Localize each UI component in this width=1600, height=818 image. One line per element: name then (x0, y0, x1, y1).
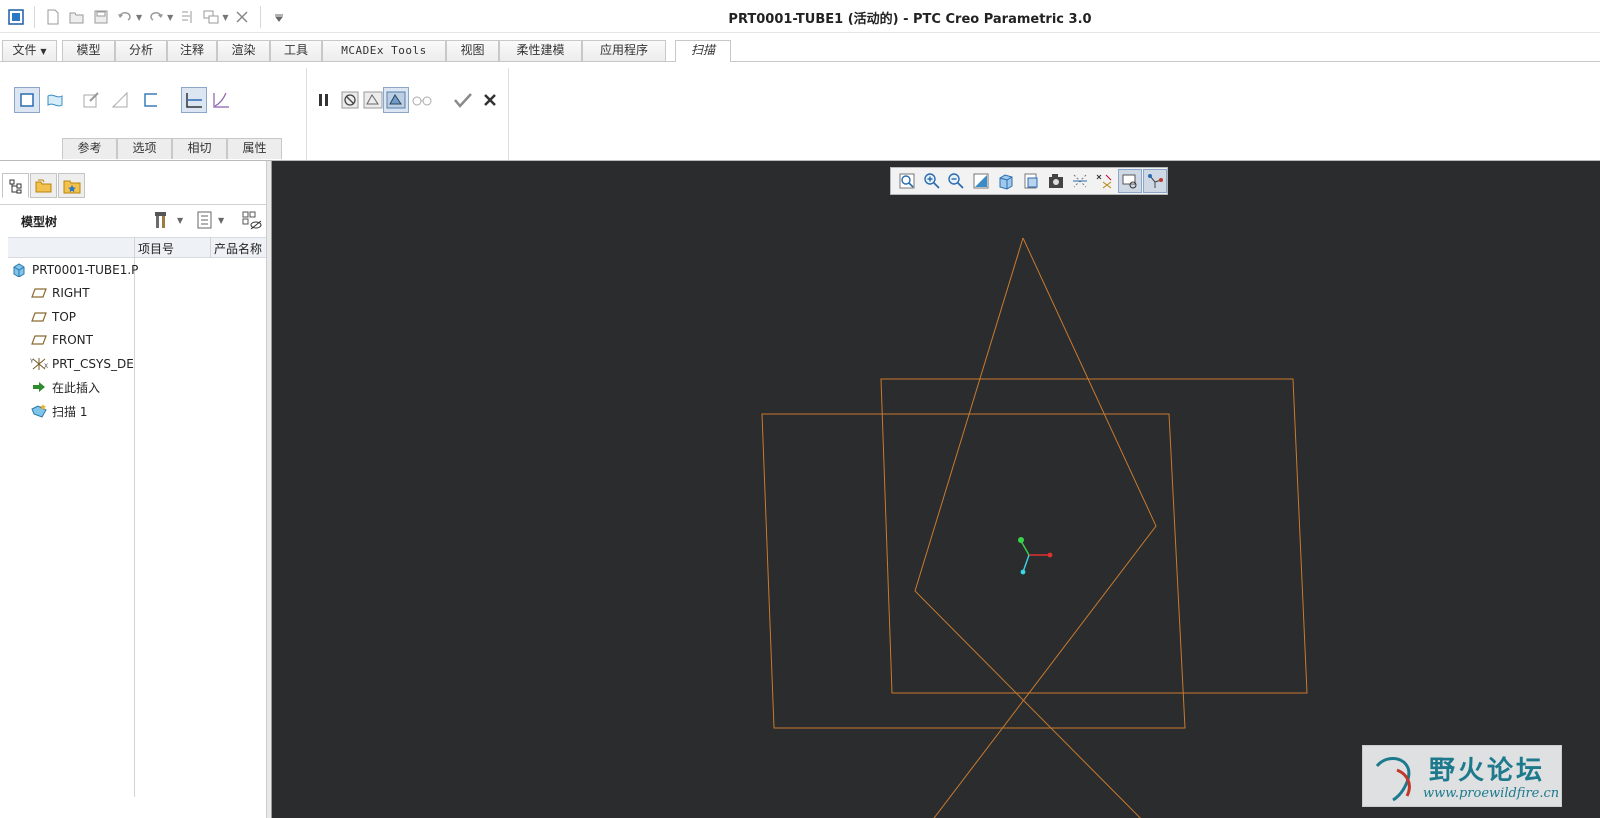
cancel-close-icon[interactable] (477, 87, 503, 113)
csys-triad (1018, 537, 1053, 575)
tree-item-csys[interactable]: YX PRT_CSYS_DEF (30, 353, 134, 375)
part-icon (10, 262, 28, 278)
feature-preview-icon[interactable] (383, 87, 409, 113)
tree-item-front[interactable]: FRONT (30, 329, 93, 351)
tree-settings-button[interactable]: ▼ (153, 209, 183, 231)
sketch-trajectory-hexagon (914, 237, 1141, 818)
tree-item-sweep[interactable]: 扫描 1 (30, 400, 87, 422)
separator (508, 68, 509, 160)
subtab-references[interactable]: 参考 (62, 138, 117, 159)
tab-annotate[interactable]: 注释 (167, 40, 217, 61)
tools-icon (155, 212, 166, 228)
model-tree-title: 模型树 (21, 215, 58, 229)
sweep-subtabs: 参考 选项 相切 属性 (62, 138, 282, 159)
tree-columns-button[interactable]: ▼ (196, 209, 224, 231)
remove-material-icon[interactable] (107, 87, 133, 113)
watermark-url: www.proewildfire.cn (1423, 786, 1560, 801)
favorites-tab-icon[interactable] (58, 173, 85, 198)
column-product-name[interactable]: 产品名称 (214, 240, 262, 257)
model-tree-column-header: 项目号 产品名称 (8, 237, 266, 258)
csys-icon: YX (30, 356, 48, 372)
graphics-window[interactable]: 野火论坛 www.proewildfire.cn (272, 161, 1600, 818)
sketch-parallelogram-upper (880, 378, 1308, 694)
pause-icon[interactable] (311, 87, 337, 113)
tree-item-label: TOP (52, 310, 77, 324)
watermark: 野火论坛 www.proewildfire.cn (1362, 745, 1562, 807)
tree-item-insert-here[interactable]: 在此插入 (30, 376, 100, 398)
chevron-down-icon: ▼ (40, 47, 47, 56)
solid-sweep-icon[interactable] (14, 87, 40, 113)
ribbon-tab-bar: 文件 ▼ 模型 分析 注释 渲染 工具 MCADEx Tools 视图 柔性建模… (0, 40, 1600, 62)
svg-text:X: X (44, 363, 48, 370)
tab-applications[interactable]: 应用程序 (582, 40, 666, 61)
tree-item-label: 扫描 1 (52, 404, 88, 419)
tree-item-part[interactable]: PRT0001-TUBE1.P (10, 259, 138, 281)
folder-browser-tab-icon[interactable] (30, 173, 57, 198)
tree-filter-button[interactable] (241, 209, 263, 231)
sketch-diagonal (762, 379, 1307, 728)
tab-sweep[interactable]: 扫描 (675, 40, 731, 62)
navigator-tabs (2, 173, 85, 198)
tree-item-right[interactable]: RIGHT (30, 282, 90, 304)
tree-item-top[interactable]: TOP (30, 306, 76, 328)
svg-text:Y: Y (30, 358, 34, 365)
tab-tools[interactable]: 工具 (270, 40, 322, 61)
tree-item-label: FRONT (52, 333, 93, 347)
datum-plane-icon (30, 285, 48, 301)
navigator-panel: 模型树 ▼ ▼ 项目号 产品名称 PRT0001-TUBE1.P RIGHT T… (0, 161, 272, 818)
creo-window: ▼ ▼ ▼ PRT0001-TUBE1 (活动的) - PTC Creo Par… (0, 0, 1600, 818)
tab-model[interactable]: 模型 (62, 40, 115, 61)
filter-icon (242, 211, 262, 230)
tab-mcadex-tools[interactable]: MCADEx Tools (322, 40, 446, 61)
sweep-icon (30, 403, 48, 419)
column-item-number[interactable]: 项目号 (138, 240, 174, 257)
sketch-icon[interactable] (78, 87, 104, 113)
verify-mode-icon[interactable] (409, 87, 435, 113)
sketch-canvas (761, 237, 1308, 818)
ribbon-panel: 参考 选项 相切 属性 (0, 62, 1600, 161)
tree-item-label: PRT0001-TUBE1.P (32, 263, 139, 277)
subtab-tangency[interactable]: 相切 (172, 138, 227, 159)
datum-plane-icon (30, 332, 48, 348)
constant-section-icon[interactable] (181, 87, 207, 113)
variable-section-icon[interactable] (208, 87, 234, 113)
surface-sweep-icon[interactable] (42, 87, 68, 113)
window-title: PRT0001-TUBE1 (活动的) - PTC Creo Parametri… (728, 12, 1092, 27)
tab-analysis[interactable]: 分析 (115, 40, 167, 61)
watermark-name: 野火论坛 (1429, 756, 1546, 786)
column-divider[interactable] (134, 237, 135, 797)
chevron-down-icon: ▼ (218, 215, 225, 225)
panel-scrollbar[interactable] (266, 161, 271, 818)
separator (306, 68, 307, 160)
tree-item-label: 在此插入 (52, 380, 101, 395)
subtab-properties[interactable]: 属性 (227, 138, 282, 159)
tab-file-label: 文件 (12, 43, 37, 57)
apply-check-icon[interactable] (450, 87, 476, 113)
title-bar: ▼ ▼ ▼ PRT0001-TUBE1 (活动的) - PTC Creo Par… (0, 0, 1600, 33)
insert-here-icon (30, 379, 48, 395)
model-tree-header: 模型树 ▼ ▼ (0, 204, 266, 234)
model-tree-tab-icon[interactable] (2, 173, 29, 198)
subtab-options[interactable]: 选项 (117, 138, 172, 159)
tree-item-label: RIGHT (52, 286, 90, 300)
chevron-down-icon: ▼ (177, 215, 184, 225)
show-icon (197, 211, 212, 229)
tree-item-label: PRT_CSYS_DEF (52, 357, 134, 371)
tab-view[interactable]: 视图 (446, 40, 499, 61)
thicken-icon[interactable] (138, 87, 164, 113)
tab-flexible-modeling[interactable]: 柔性建模 (499, 40, 582, 61)
column-divider[interactable] (210, 237, 211, 258)
watermark-logo-icon (1375, 757, 1411, 802)
tab-file[interactable]: 文件 ▼ (2, 40, 57, 61)
tab-render[interactable]: 渲染 (217, 40, 270, 61)
datum-plane-icon (30, 309, 48, 325)
sketch-trajectory-hexagon (933, 237, 1157, 818)
